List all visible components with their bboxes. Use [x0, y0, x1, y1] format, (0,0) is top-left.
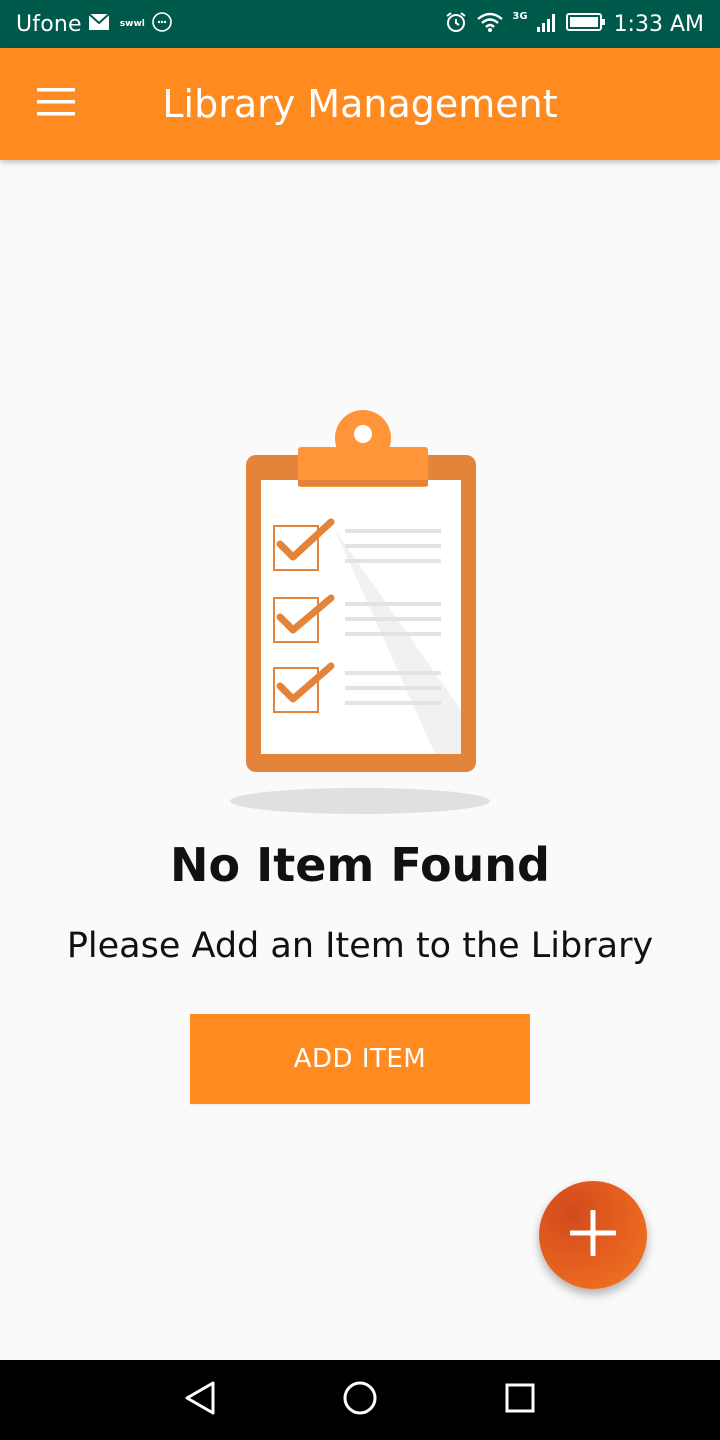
add-item-button[interactable]: ADD ITEM	[190, 1014, 530, 1104]
nav-back-button[interactable]	[176, 1376, 224, 1424]
nav-recents-button[interactable]	[496, 1376, 544, 1424]
plus-icon	[568, 1208, 618, 1262]
alarm-icon	[444, 10, 468, 38]
status-left: Ufone swwl	[16, 11, 173, 37]
square-recents-icon	[504, 1382, 536, 1418]
status-clock: 1:33 AM	[613, 11, 704, 37]
signal-icon	[536, 11, 558, 37]
add-fab-button[interactable]	[539, 1181, 647, 1289]
empty-state-title: No Item Found	[170, 838, 550, 892]
app-bar: Library Management	[0, 48, 720, 160]
empty-clipboard-illustration	[225, 410, 495, 820]
status-right: 3G 1:33 AM	[444, 10, 704, 38]
app-title: Library Management	[162, 82, 558, 126]
status-bar: Ufone swwl 3G 1:33 AM	[0, 0, 720, 48]
wifi-icon	[476, 11, 504, 37]
triangle-back-icon	[183, 1380, 217, 1420]
network-type-label: 3G	[512, 10, 528, 22]
hamburger-menu-icon	[37, 88, 75, 120]
menu-button[interactable]	[30, 78, 82, 130]
circle-home-icon	[342, 1380, 378, 1420]
system-nav-bar	[0, 1360, 720, 1440]
battery-icon	[565, 11, 606, 37]
carrier-name: Ufone	[16, 11, 82, 37]
app-notification-label: swwl	[119, 19, 145, 29]
imo-icon	[151, 11, 173, 37]
empty-state-subtitle: Please Add an Item to the Library	[66, 926, 654, 966]
nav-home-button[interactable]	[336, 1376, 384, 1424]
mail-icon	[88, 13, 110, 35]
